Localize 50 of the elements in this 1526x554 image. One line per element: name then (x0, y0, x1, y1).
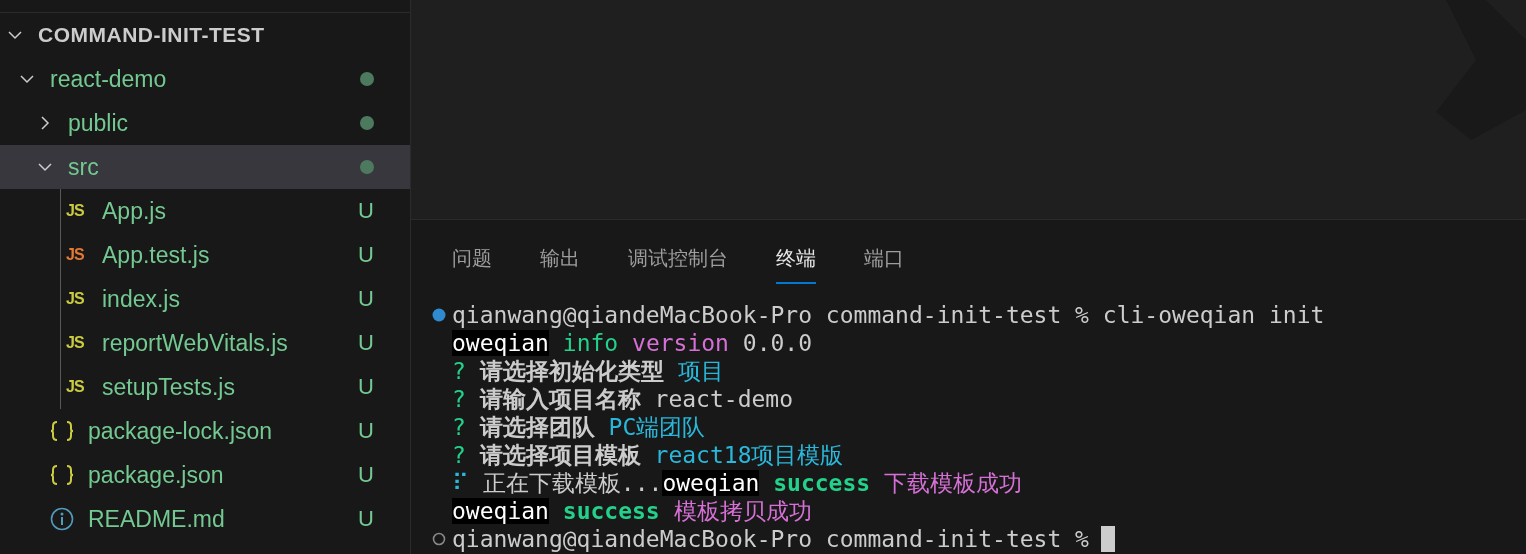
panel-tab[interactable]: 终端 (776, 234, 816, 284)
tree-item[interactable]: react-demo (0, 57, 410, 101)
panel-tab[interactable]: 问题 (452, 234, 492, 284)
tree-item[interactable]: JS reportWebVitals.js U (0, 321, 410, 365)
git-status-label: U (358, 330, 374, 356)
git-status-label: U (358, 374, 374, 400)
terminal-line: oweqian info version 0.0.0 (452, 330, 813, 356)
terminal-line: ⠏ 正在下载模板...oweqian success 下载模板成功 (452, 468, 1022, 498)
tree-item[interactable]: src (0, 145, 410, 189)
js-file-icon: JS (66, 202, 88, 220)
terminal-line: ? 请选择团队 PC端团队 (452, 412, 706, 442)
file-name: setupTests.js (102, 373, 235, 401)
terminal-line: qianwang@qiandeMacBook-Pro command-init-test % (452, 526, 1089, 552)
git-status-label: U (358, 286, 374, 312)
tree-item[interactable]: JS index.js U (0, 277, 410, 321)
js-file-icon: JS (66, 378, 88, 396)
file-name: package-lock.json (88, 417, 273, 445)
file-name: package.json (88, 461, 224, 489)
terminal-line: ? 请选择项目模板 react18项目模版 (452, 440, 844, 470)
panel-tab[interactable]: 端口 (864, 234, 904, 284)
file-name: public (68, 109, 129, 137)
tree-item[interactable]: JS App.js U (0, 189, 410, 233)
file-name: src (68, 153, 99, 181)
git-status-label: U (358, 462, 374, 488)
git-status-label: U (358, 198, 374, 224)
file-name: reportWebVitals.js (102, 329, 288, 357)
tree-item[interactable]: JS setupTests.js U (0, 365, 410, 409)
panel-tab[interactable]: 调试控制台 (628, 234, 728, 284)
js-file-icon: JS (66, 290, 88, 308)
git-status-label: U (358, 242, 374, 268)
panel-tab[interactable]: 输出 (540, 234, 580, 284)
file-name: App.test.js (102, 241, 210, 269)
file-name: App.js (102, 197, 166, 225)
tree-item[interactable]: package-lock.json U (0, 409, 410, 453)
tree-item[interactable]: JS App.test.js U (0, 233, 410, 277)
terminal-line: ? 请输入项目名称 react-demo (452, 384, 794, 414)
js-file-icon: JS (66, 334, 88, 352)
terminal-line: ? 请选择初始化类型 项目 (452, 356, 724, 386)
file-name: README.md (88, 505, 225, 533)
tree-item[interactable]: README.md U (0, 497, 410, 541)
file-name: react-demo (50, 65, 167, 93)
folder-header[interactable]: COMMAND-INIT-TEST (0, 13, 410, 57)
file-name: index.js (102, 285, 180, 313)
tree-item[interactable]: package.json U (0, 453, 410, 497)
git-status-label: U (358, 418, 374, 444)
tree-item[interactable]: public (0, 101, 410, 145)
terminal-line: qianwang@qiandeMacBook-Pro command-init-test % cli-oweqian init (452, 302, 1325, 328)
git-status-label: U (358, 506, 374, 532)
terminal-line: oweqian success 模板拷贝成功 (452, 496, 812, 526)
js-file-icon: JS (66, 246, 88, 264)
